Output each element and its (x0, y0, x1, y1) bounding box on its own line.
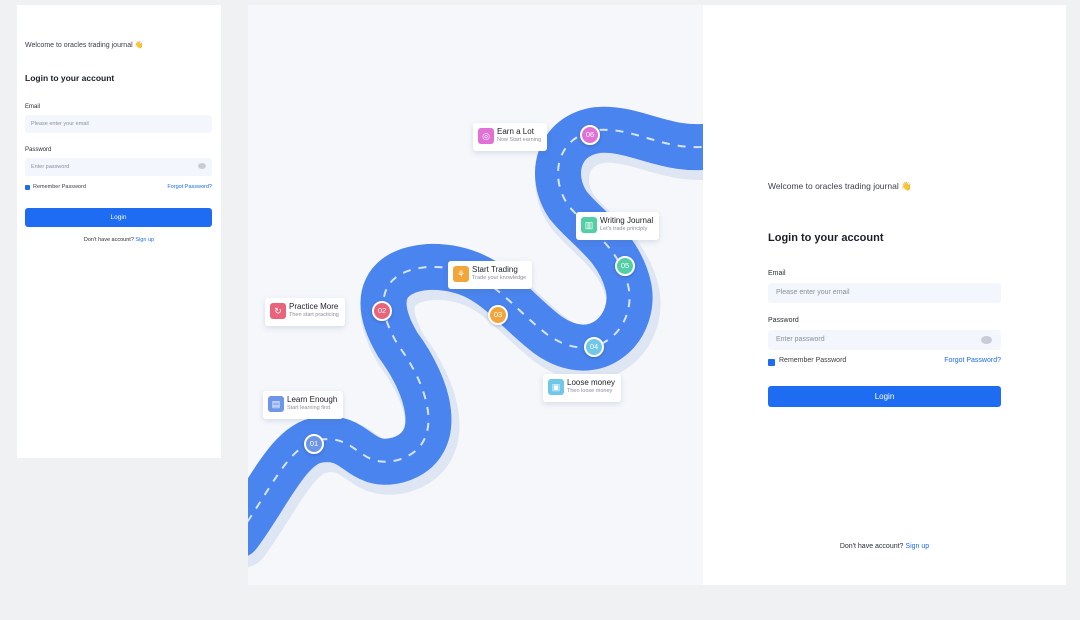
login-button[interactable]: Login (768, 386, 1001, 407)
step-marker-06: 06 (580, 125, 600, 145)
step-card-loose: ▣ Loose money Then loose money (543, 374, 622, 402)
book-icon: ▤ (268, 396, 284, 412)
step-card-learn: ▤ Learn Enough Start learning first (263, 391, 344, 419)
step-subtitle: Now Start earning (497, 137, 542, 143)
step-title: Learn Enough (287, 395, 338, 404)
no-account-text: Don't have account? (839, 543, 904, 550)
welcome-text: Welcome to oracles trading journal 👋 (768, 181, 912, 191)
signup-prompt: Don't have account? Sign up (17, 237, 221, 243)
login-title: Login to your account (25, 73, 115, 83)
step-card-practice: ↻ Practice More Then start practicing (265, 298, 345, 326)
forgot-password-link[interactable]: Forgot Password? (167, 184, 212, 190)
step-marker-01: 01 (304, 434, 324, 454)
step-card-trading: ⚘ Start Trading Trade your knowledge (448, 261, 533, 289)
eye-icon[interactable] (198, 163, 206, 169)
step-marker-05: 05 (615, 256, 635, 276)
remember-label: Remember Password (779, 357, 847, 364)
remember-label: Remember Password (33, 184, 86, 190)
email-label: Email (25, 104, 41, 110)
refresh-icon: ↻ (270, 303, 286, 319)
email-field[interactable]: Please enter your email (768, 283, 1001, 303)
welcome-text: Welcome to oracles trading journal 👋 (25, 42, 144, 49)
email-field[interactable]: Please enter your email (25, 115, 212, 133)
journal-icon: ▥ (581, 217, 597, 233)
password-label: Password (768, 317, 799, 324)
no-account-text: Don't have account? (83, 237, 134, 243)
eye-icon[interactable] (981, 336, 992, 344)
step-marker-04: 04 (584, 337, 604, 357)
step-card-journal: ▥ Writing Journal Let's trade principly (576, 212, 660, 240)
email-label: Email (768, 270, 786, 277)
sign-up-link[interactable]: Sign up (905, 543, 929, 550)
password-placeholder: Enter password (31, 164, 70, 170)
step-marker-03: 03 (488, 305, 508, 325)
login-title: Login to your account (768, 232, 884, 244)
step-title: Loose money (567, 378, 616, 387)
password-label: Password (25, 147, 52, 153)
password-placeholder: Enter password (776, 336, 825, 343)
step-subtitle: Start learning first (287, 405, 331, 411)
road-graphic (248, 106, 703, 568)
small-login-card: Welcome to oracles trading journal 👋 Log… (17, 5, 221, 458)
email-placeholder: Please enter your email (776, 289, 850, 296)
trading-icon: ⚘ (453, 266, 469, 282)
login-button[interactable]: Login (25, 208, 212, 227)
remember-checkbox[interactable] (25, 185, 30, 190)
money-icon: ▣ (548, 379, 564, 395)
target-icon: ◎ (478, 128, 494, 144)
step-subtitle: Trade your knowledge (472, 275, 527, 281)
step-marker-02: 02 (372, 301, 392, 321)
step-card-earn: ◎ Earn a Lot Now Start earning (473, 123, 548, 151)
email-placeholder: Please enter your email (31, 121, 89, 127)
remember-checkbox[interactable] (768, 359, 775, 366)
step-title: Writing Journal (600, 216, 654, 225)
password-field[interactable]: Enter password (25, 158, 212, 176)
password-field[interactable]: Enter password (768, 330, 1001, 350)
forgot-password-link[interactable]: Forgot Password? (944, 357, 1001, 364)
sign-up-link[interactable]: Sign up (135, 237, 154, 243)
step-title: Earn a Lot (497, 127, 534, 136)
step-subtitle: Then start practicing (289, 312, 339, 318)
roadmap-illustration: ▤ Learn Enough Start learning first ↻ Pr… (248, 5, 703, 585)
step-title: Practice More (289, 302, 339, 311)
step-subtitle: Let's trade principly (600, 226, 648, 232)
signup-prompt: Don't have account? Sign up (703, 543, 1066, 550)
step-title: Start Trading (472, 265, 518, 274)
step-subtitle: Then loose money (567, 388, 613, 394)
large-login-card: Welcome to oracles trading journal 👋 Log… (703, 5, 1066, 585)
